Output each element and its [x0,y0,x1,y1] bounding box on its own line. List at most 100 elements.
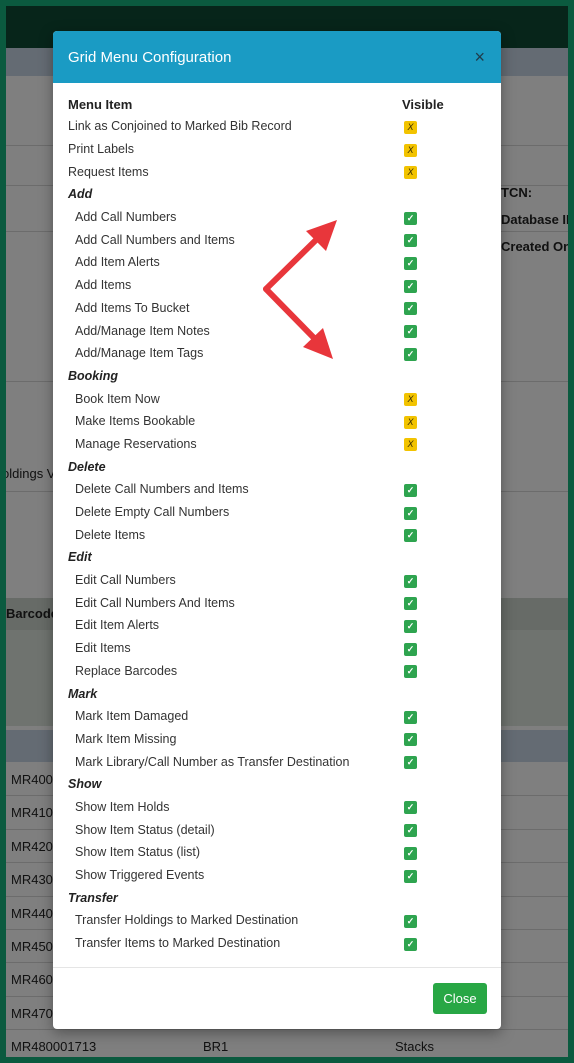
visible-check-icon[interactable]: ✓ [404,302,417,316]
menu-item-label: Mark Item Damaged [75,709,189,724]
visible-check-icon[interactable]: ✓ [404,619,417,633]
visible-check-icon[interactable]: ✓ [404,756,417,770]
grid-menu-config-modal: Grid Menu Configuration × Menu Item Visi… [53,31,501,1029]
group-label: Mark [68,686,98,701]
menu-item-row: Add Items To Bucket ✓ [68,297,487,320]
menu-item-row: Delete Items ✓ [68,523,487,546]
visible-cell: ✓ [402,210,462,225]
group-label: Edit [68,550,92,565]
menu-item-row: Print Labels X [68,138,487,161]
menu-item-row: Show Item Holds ✓ [68,796,487,819]
visible-cell: X [402,414,462,429]
visible-cell: ✓ [402,346,462,361]
hidden-x-icon[interactable]: X [404,120,417,134]
visible-check-icon[interactable]: ✓ [404,710,417,724]
visible-check-icon[interactable]: ✓ [404,642,417,656]
visible-cell: ✓ [402,573,462,588]
menu-item-label: Book Item Now [75,391,160,406]
visible-check-icon[interactable]: ✓ [404,347,417,361]
menu-item-label: Transfer Holdings to Marked Destination [75,913,299,928]
close-button[interactable]: Close [433,983,487,1014]
menu-item-row: Edit Item Alerts ✓ [68,614,487,637]
modal-title: Grid Menu Configuration [68,48,232,66]
menu-item-label: Show Item Holds [75,799,170,814]
menu-item-label: Request Items [68,164,149,179]
menu-item-label: Add Items To Bucket [75,300,190,315]
group-header-row: Mark [68,682,487,705]
menu-item-row: Book Item Now X [68,387,487,410]
hidden-x-icon[interactable]: X [404,438,417,452]
visible-cell: ✓ [402,913,462,928]
group-label: Add [68,187,93,202]
visible-check-icon[interactable]: ✓ [404,846,417,860]
menu-item-label: Add/Manage Item Tags [75,346,204,361]
hidden-x-icon[interactable]: X [404,166,417,180]
visible-check-icon[interactable]: ✓ [404,597,417,611]
menu-item-row: Edit Items ✓ [68,637,487,660]
hidden-x-icon[interactable]: X [404,143,417,157]
visible-check-icon[interactable]: ✓ [404,483,417,497]
group-header-row: Booking [68,365,487,388]
menu-item-label: Delete Items [75,527,146,542]
visible-cell: ✓ [402,618,462,633]
menu-item-label: Show Triggered Events [75,868,205,883]
menu-item-row: Show Item Status (detail) ✓ [68,818,487,841]
visible-check-icon[interactable]: ✓ [404,801,417,815]
visible-cell: X [402,164,462,180]
visible-cell: ✓ [402,595,462,611]
menu-item-row: Add Items ✓ [68,274,487,297]
modal-footer: Close [53,967,501,1029]
menu-item-label: Add Item Alerts [75,255,160,270]
menu-item-row: Replace Barcodes ✓ [68,660,487,683]
menu-item-row: Delete Empty Call Numbers ✓ [68,501,487,524]
menu-item-label: Make Items Bookable [75,414,196,429]
group-label: Show [68,777,102,792]
visible-check-icon[interactable]: ✓ [404,279,417,293]
visible-check-icon[interactable]: ✓ [404,234,417,248]
menu-item-label: Delete Empty Call Numbers [75,505,230,520]
menu-item-label: Link as Conjoined to Marked Bib Record [68,119,292,134]
visible-check-icon[interactable]: ✓ [404,529,417,543]
visible-check-icon[interactable]: ✓ [404,506,417,520]
menu-item-row: Link as Conjoined to Marked Bib Record X [68,115,487,138]
visible-cell: ✓ [402,845,462,860]
visible-column-header: Visible [402,96,444,112]
visible-check-icon[interactable]: ✓ [404,211,417,225]
visible-cell: X [402,436,462,452]
visible-check-icon[interactable]: ✓ [404,325,417,339]
visible-check-icon[interactable]: ✓ [404,824,417,838]
menu-item-row: Request Items X [68,160,487,183]
menu-item-label: Show Item Status (detail) [75,822,215,837]
hidden-x-icon[interactable]: X [404,415,417,429]
hidden-x-icon[interactable]: X [404,393,417,407]
visible-cell: ✓ [402,255,462,270]
menu-item-row: Show Item Status (list) ✓ [68,841,487,864]
menu-item-row: Delete Call Numbers and Items ✓ [68,478,487,501]
menu-item-row: Add/Manage Item Tags ✓ [68,342,487,365]
visible-check-icon[interactable]: ✓ [404,937,417,951]
group-label: Delete [68,459,106,474]
menu-item-row: Edit Call Numbers And Items ✓ [68,591,487,614]
visible-cell: ✓ [402,709,462,724]
menu-item-row: Add/Manage Item Notes ✓ [68,319,487,342]
visible-check-icon[interactable]: ✓ [404,733,417,747]
visible-check-icon[interactable]: ✓ [404,869,417,883]
menu-item-label: Mark Item Missing [75,731,177,746]
group-header-row: Delete [68,455,487,478]
close-icon[interactable]: × [474,48,485,66]
menu-item-label: Manage Reservations [75,436,197,451]
visible-check-icon[interactable]: ✓ [404,665,417,679]
menu-item-row: Mark Item Missing ✓ [68,728,487,751]
visible-cell: ✓ [402,641,462,656]
group-header-row: Show [68,773,487,796]
menu-item-row: Mark Library/Call Number as Transfer Des… [68,750,487,773]
menu-item-row: Transfer Items to Marked Destination ✓ [68,932,487,955]
menu-item-label: Add Items [75,278,132,293]
menu-item-label: Delete Call Numbers and Items [75,482,249,497]
visible-check-icon[interactable]: ✓ [404,914,417,928]
visible-check-icon[interactable]: ✓ [404,256,417,270]
visible-check-icon[interactable]: ✓ [404,574,417,588]
group-label: Transfer [68,890,118,905]
visible-cell: X [402,142,462,157]
visible-cell: ✓ [402,278,462,293]
